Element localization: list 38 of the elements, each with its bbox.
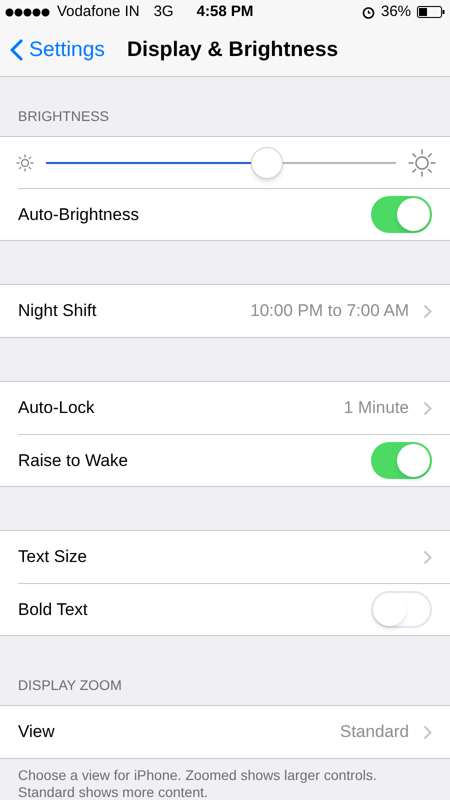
network-type: 3G xyxy=(154,2,174,22)
toggle-switch[interactable] xyxy=(371,442,432,479)
setting-row[interactable]: Night Shift 10:00 PM to 7:00 AM xyxy=(18,285,450,337)
setting-label: Night Shift xyxy=(18,300,98,322)
carrier-name: Vodafone IN xyxy=(57,2,140,22)
toggle-switch[interactable] xyxy=(371,196,432,233)
setting-label: Bold Text xyxy=(18,598,89,621)
signal-icon xyxy=(5,8,51,16)
setting-row[interactable]: Auto-Lock 1 Minute xyxy=(18,382,450,434)
slider-thumb[interactable] xyxy=(250,146,282,178)
setting-label: Auto-Brightness xyxy=(18,204,140,226)
section-header: DISPLAY ZOOM xyxy=(18,676,122,695)
chevron-icon xyxy=(423,724,432,740)
chevron-icon xyxy=(423,550,432,564)
setting-value: 10:00 PM to 7:00 AM xyxy=(250,300,409,322)
section-header: BRIGHTNESS xyxy=(18,107,110,126)
setting-label: Auto-Lock xyxy=(18,397,96,420)
back-chevron-icon xyxy=(10,39,23,61)
battery-icon xyxy=(417,6,446,18)
back-button[interactable]: Settings xyxy=(0,34,105,66)
setting-value: Standard xyxy=(340,721,409,744)
setting-label: View xyxy=(18,721,56,744)
setting-row[interactable]: Text Size xyxy=(18,531,450,583)
status-time: 4:58 PM xyxy=(196,2,254,22)
setting-row[interactable]: View Standard xyxy=(18,706,450,758)
sun-small-icon xyxy=(16,154,34,172)
brightness-slider[interactable] xyxy=(46,146,396,180)
section-footer: Choose a view for iPhone. Zoomed shows larger controls. Standard shows more content. xyxy=(0,759,450,800)
screen-title: Display & Brightness xyxy=(127,37,338,64)
setting-label: Text Size xyxy=(18,546,88,568)
sun-large-icon xyxy=(408,148,436,176)
setting-value: 1 Minute xyxy=(344,397,409,420)
chevron-icon xyxy=(423,400,432,416)
battery-percent: 36% xyxy=(380,2,412,22)
alarm-icon xyxy=(362,6,375,18)
toggle-switch[interactable] xyxy=(371,591,432,628)
chevron-icon xyxy=(423,304,432,318)
setting-label: Raise to Wake xyxy=(18,450,129,472)
